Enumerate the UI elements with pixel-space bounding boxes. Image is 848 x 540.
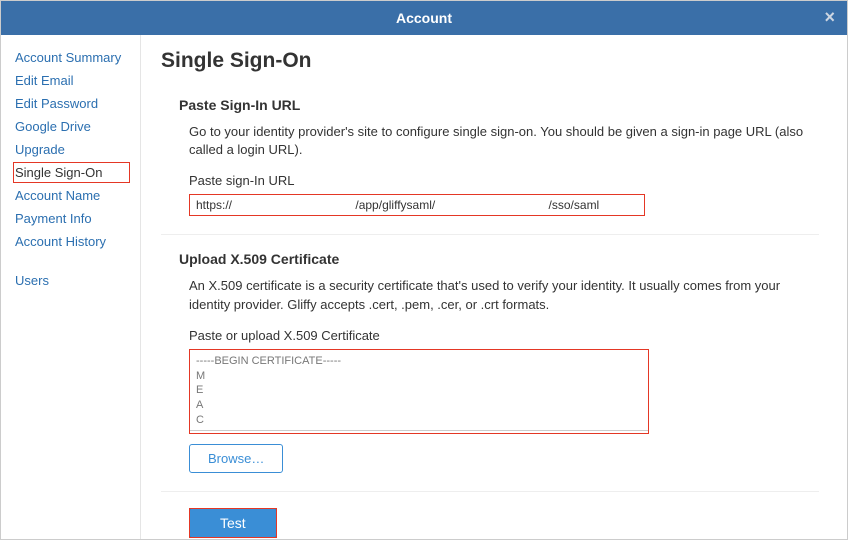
page-title: Single Sign-On <box>161 49 819 73</box>
sidebar-item-google-drive[interactable]: Google Drive <box>13 116 130 137</box>
cert-section: Upload X.509 Certificate An X.509 certif… <box>161 251 819 491</box>
sidebar-item-edit-password[interactable]: Edit Password <box>13 93 130 114</box>
test-button[interactable]: Test <box>189 508 277 538</box>
sidebar-item-payment-info[interactable]: Payment Info <box>13 208 130 229</box>
signin-url-label: Paste sign-In URL <box>179 173 809 188</box>
modal-header: Account × <box>1 1 847 35</box>
sidebar-item-users[interactable]: Users <box>13 270 130 291</box>
modal-content: Account Summary Edit Email Edit Password… <box>1 35 847 539</box>
modal-title: Account <box>396 10 452 26</box>
sidebar-spacer <box>13 254 130 268</box>
test-highlight: Test <box>189 508 277 538</box>
browse-button[interactable]: Browse… <box>189 444 283 473</box>
signin-url-desc: Go to your identity provider's site to c… <box>179 123 809 159</box>
signin-url-title: Paste Sign-In URL <box>179 97 809 113</box>
cert-label: Paste or upload X.509 Certificate <box>179 328 809 343</box>
main-panel: Single Sign-On Paste Sign-In URL Go to y… <box>141 35 847 539</box>
cert-title: Upload X.509 Certificate <box>179 251 809 267</box>
test-section: Test <box>161 508 819 538</box>
cert-textarea[interactable]: -----BEGIN CERTIFICATE----- M E A C <box>189 349 649 431</box>
cert-highlight: -----BEGIN CERTIFICATE----- M E A C <box>189 349 649 434</box>
sidebar-item-single-sign-on[interactable]: Single Sign-On <box>13 162 130 183</box>
sidebar-item-edit-email[interactable]: Edit Email <box>13 70 130 91</box>
sidebar-item-account-name[interactable]: Account Name <box>13 185 130 206</box>
cert-desc: An X.509 certificate is a security certi… <box>179 277 809 313</box>
sidebar-item-account-history[interactable]: Account History <box>13 231 130 252</box>
sidebar-item-upgrade[interactable]: Upgrade <box>13 139 130 160</box>
signin-url-highlight <box>189 194 645 216</box>
signin-url-input[interactable] <box>189 194 645 216</box>
sidebar: Account Summary Edit Email Edit Password… <box>1 35 141 539</box>
signin-url-section: Paste Sign-In URL Go to your identity pr… <box>161 97 819 235</box>
sidebar-item-account-summary[interactable]: Account Summary <box>13 47 130 68</box>
close-icon[interactable]: × <box>824 7 835 28</box>
